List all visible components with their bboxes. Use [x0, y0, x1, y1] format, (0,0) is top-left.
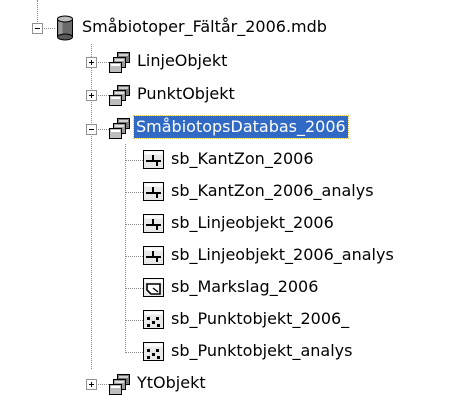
collapse-database-toggle[interactable] [32, 23, 43, 34]
collapse-dataset-toggle[interactable] [86, 124, 97, 135]
feature-class-label: sb_Linjeobjekt_2006_analys [171, 245, 394, 264]
tree-node-feature-class[interactable]: sb_KantZon_2006_analys [143, 177, 403, 207]
line-feature-class-icon [143, 214, 164, 233]
dataset-label: PunktObjekt [137, 84, 235, 103]
point-feature-class-icon [143, 342, 164, 361]
dataset-label: YtObjekt [137, 373, 206, 392]
tree-node-feature-class[interactable]: sb_Markslag_2006 [143, 273, 363, 303]
line-feature-class-icon [143, 246, 164, 265]
feature-class-label: sb_Linjeobjekt_2006 [171, 213, 334, 232]
feature-class-label: sb_KantZon_2006_analys [171, 181, 374, 200]
tree-node-database[interactable]: Småbiotoper_Fältår_2006.mdb [55, 13, 385, 43]
tree-node-dataset-ytobjekt[interactable]: YtObjekt [109, 369, 309, 396]
expand-dataset-toggle[interactable] [86, 57, 97, 68]
tree-node-feature-class[interactable]: sb_Punktobjekt_analys [143, 337, 403, 367]
dataset-label-selected: SmåbiotopsDatabas_2006 [133, 115, 349, 139]
feature-dataset-icon [109, 374, 130, 395]
catalog-tree: Småbiotoper_Fältår_2006.mdb LinjeObjekt … [0, 0, 462, 396]
expand-dataset-toggle[interactable] [86, 379, 97, 390]
tree-node-dataset-linjeobjekt[interactable]: LinjeObjekt [109, 47, 309, 77]
point-feature-class-icon [143, 310, 164, 329]
tree-node-dataset-punktobjekt[interactable]: PunktObjekt [109, 80, 309, 110]
tree-node-feature-class[interactable]: sb_KantZon_2006 [143, 145, 343, 175]
database-label: Småbiotoper_Fältår_2006.mdb [82, 17, 327, 36]
tree-node-feature-class[interactable]: sb_Linjeobjekt_2006 [143, 209, 383, 239]
expand-dataset-toggle[interactable] [86, 90, 97, 101]
tree-node-feature-class[interactable]: sb_Linjeobjekt_2006_analys [143, 241, 453, 271]
feature-class-label: sb_Punktobjekt_2006_ [171, 309, 350, 328]
polygon-feature-class-icon [143, 278, 164, 297]
feature-dataset-icon [109, 52, 130, 73]
tree-node-feature-class[interactable]: sb_Punktobjekt_2006_ [143, 305, 383, 335]
tree-node-dataset-smabiotopsdatabas[interactable]: SmåbiotopsDatabas_2006 [109, 113, 409, 143]
feature-class-label: sb_Punktobjekt_analys [171, 341, 353, 360]
line-feature-class-icon [143, 150, 164, 169]
database-cylinder-icon [57, 15, 73, 41]
feature-class-label: sb_Markslag_2006 [171, 277, 319, 296]
feature-class-label: sb_KantZon_2006 [171, 149, 314, 168]
line-feature-class-icon [143, 182, 164, 201]
feature-dataset-icon [109, 85, 130, 106]
feature-dataset-icon [109, 118, 130, 139]
dataset-label: LinjeObjekt [137, 51, 228, 70]
